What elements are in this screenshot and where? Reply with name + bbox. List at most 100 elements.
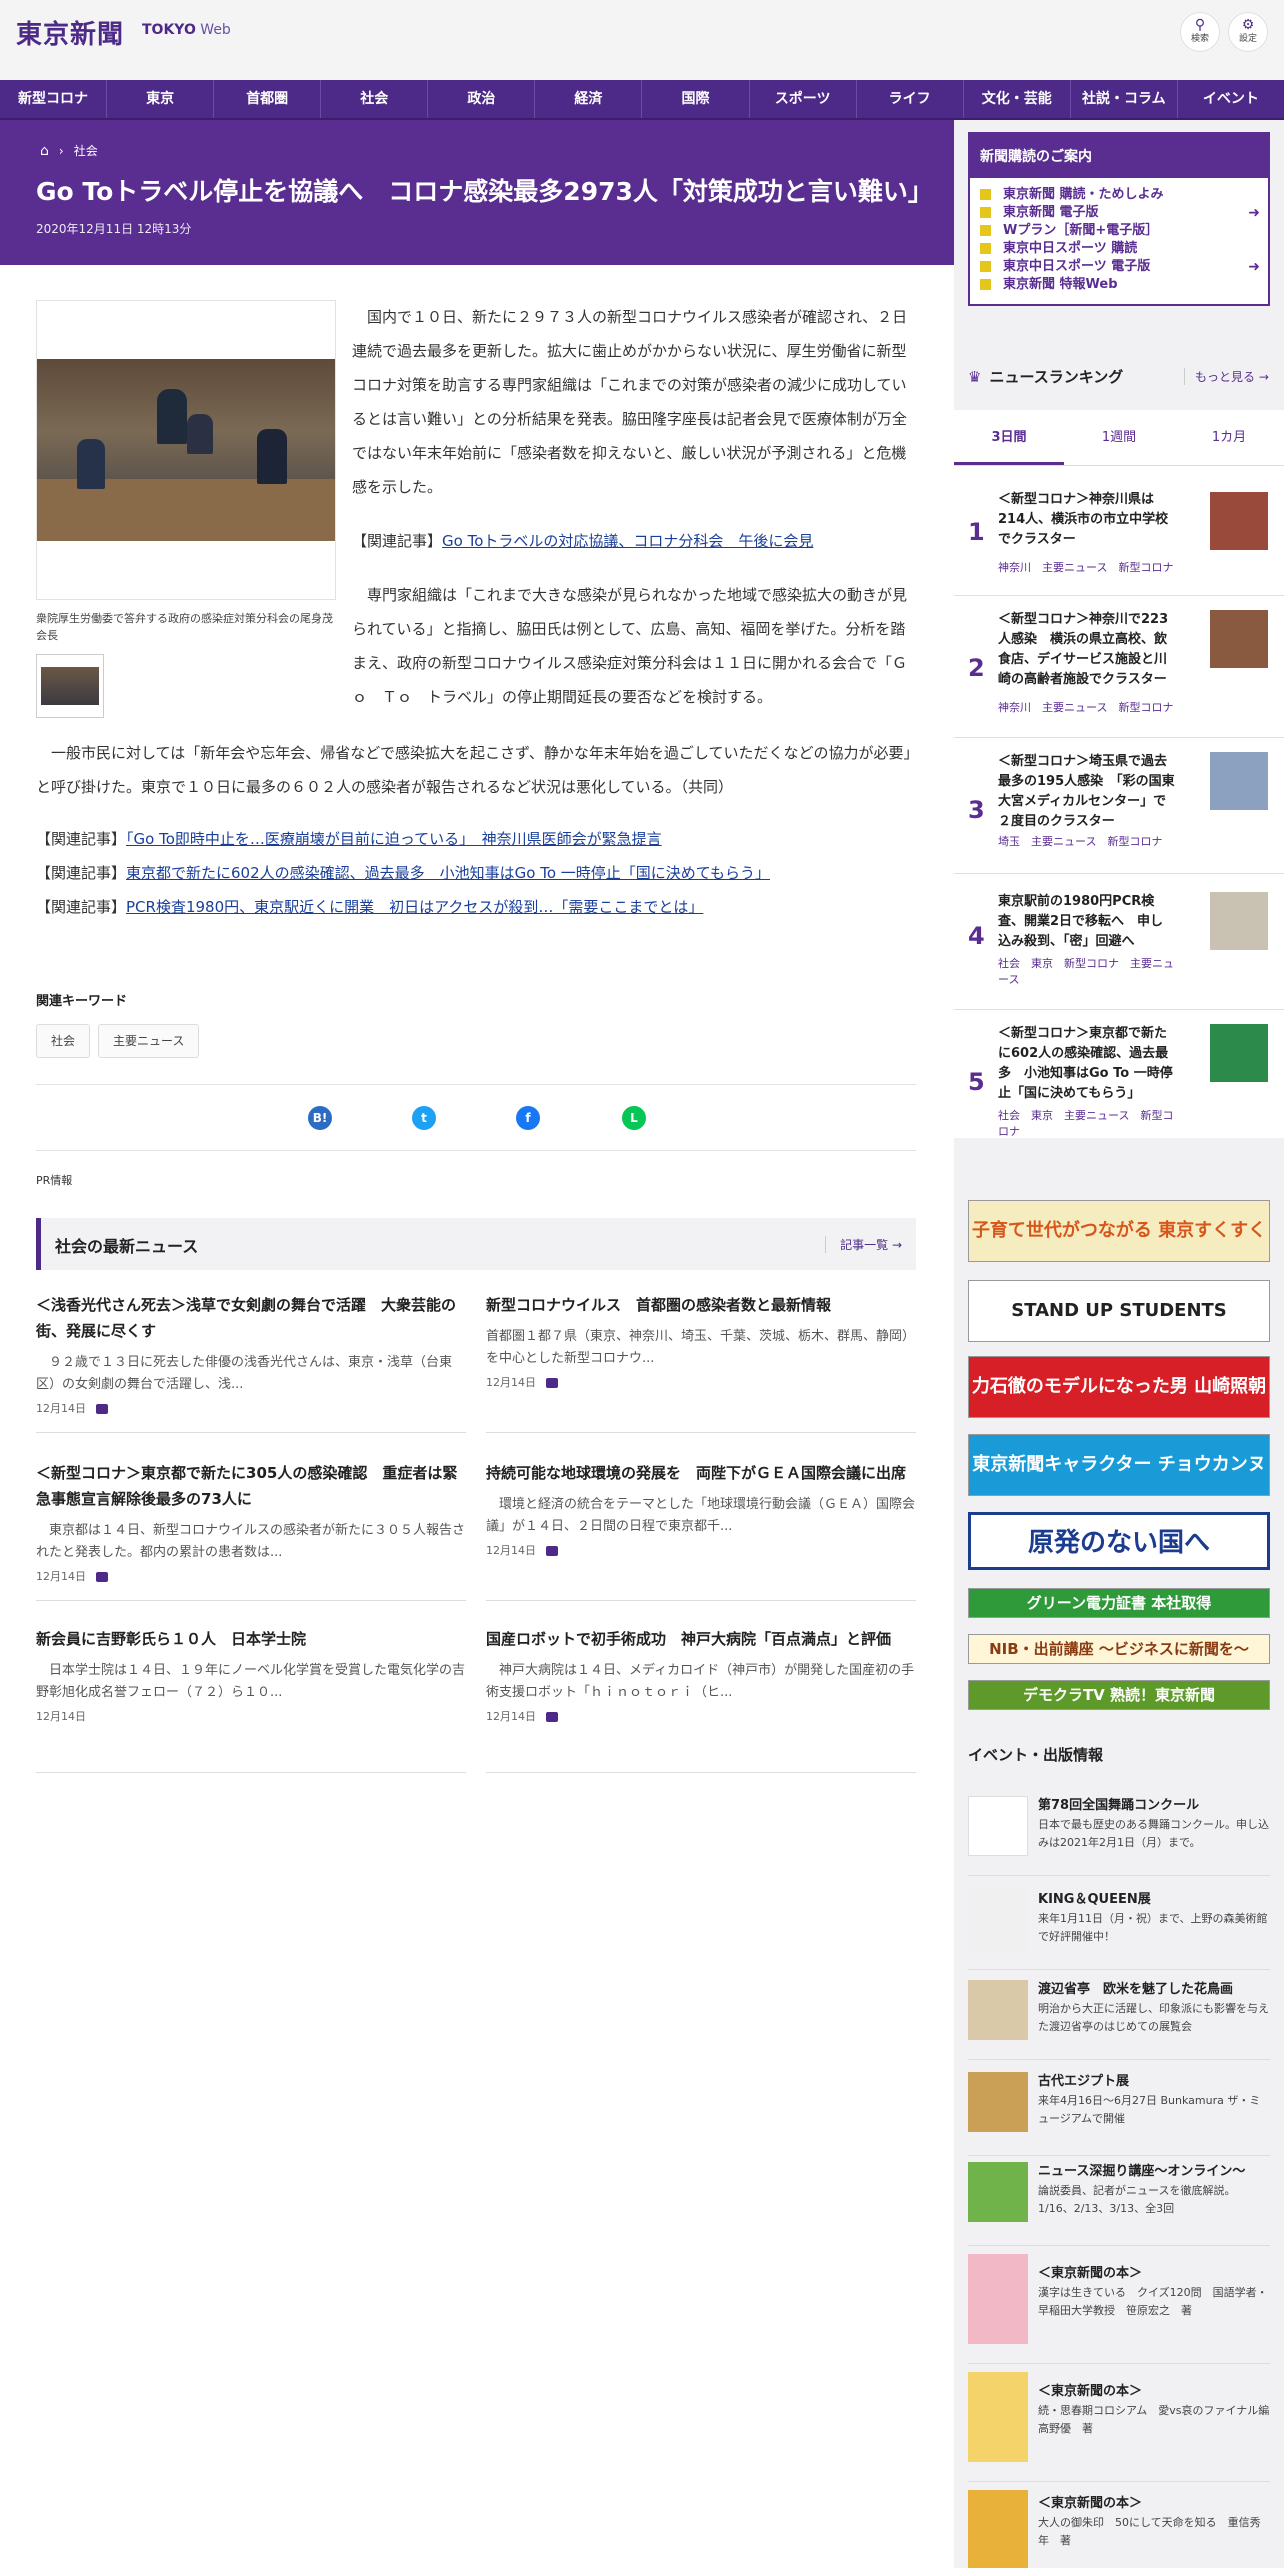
banner-nib[interactable]: NIB・出前講座 〜ビジネスに新聞を〜 [968,1634,1270,1664]
line-share-button[interactable]: L [622,1106,646,1130]
banner-rikiishi[interactable]: 力石徹のモデルになった男 山崎照朝 [968,1356,1270,1418]
site-logo[interactable]: 東京新聞 [16,14,124,51]
subscription-link[interactable]: 東京中日スポーツ 購読 [980,240,1260,258]
event-title[interactable]: 第78回全国舞踊コンクール [1038,1796,1270,1816]
ranking-more-link[interactable]: もっと見る → [1184,368,1269,385]
nav-item-events[interactable]: イベント [1178,80,1284,118]
news-item[interactable]: 国産ロボットで初手術成功 神戸大病院「百点満点」と評価 神戸大病院は１４日、メデ… [486,1626,916,1724]
event-thumbnail[interactable] [968,2490,1028,2568]
banner-chokanne[interactable]: 東京新聞キャラクター チョウカンヌ [968,1434,1270,1496]
event-thumbnail[interactable] [968,1796,1028,1856]
ranking-tags[interactable]: 神奈川 主要ニュース 新型コロナ [998,560,1176,576]
ranking-tags[interactable]: 社会 東京 新型コロナ 主要ニュース [998,956,1176,988]
nav-item-shutoken[interactable]: 首都圏 [214,80,322,118]
nav-item-culture[interactable]: 文化・芸能 [964,80,1071,118]
news-item[interactable]: ＜新型コロナ＞東京都で新たに305人の感染確認 重症者は緊急事態宣言解除後最多の… [36,1460,466,1584]
news-headline[interactable]: 国産ロボットで初手術成功 神戸大病院「百点満点」と評価 [486,1626,916,1652]
news-headline[interactable]: 新型コロナウイルス 首都圏の感染者数と最新情報 [486,1292,916,1318]
event-thumbnail[interactable] [968,2162,1028,2222]
event-item[interactable]: ＜東京新聞の本＞ 続・思春期コロシアム 愛vs哀のファイナル編 高野優 著 [968,2372,1280,2482]
nav-item-sports[interactable]: スポーツ [750,80,857,118]
event-item[interactable]: 第78回全国舞踊コンクール 日本で最も歴史のある舞踊コンクール。申し込みは202… [968,1796,1270,1876]
subscription-link[interactable]: 東京新聞 購読・ためしよみ [980,186,1260,204]
ranking-headline[interactable]: ＜新型コロナ＞神奈川で223人感染 横浜の県立高校、飲食店、デイサービス施設と川… [998,610,1176,690]
related-link[interactable]: PCR検査1980円、東京駅近くに開業 初日はアクセスが殺到…「需要ここまでとは… [126,898,703,916]
banner-green-power[interactable]: グリーン電力証書 本社取得 [968,1588,1270,1618]
event-item[interactable]: 渡辺省亭 欧米を魅了した花鳥画 明治から大正に活躍し、印象派にも影響を与えた渡辺… [968,1980,1270,2060]
news-item[interactable]: 持続可能な地球環境の発展を 両陛下がＧＥＡ国際会議に出席 環境と経済の統合をテー… [486,1460,916,1558]
event-title[interactable]: ＜東京新聞の本＞ [1038,2382,1270,2402]
ranking-thumbnail[interactable] [1210,892,1268,950]
banner-tokyo-sukusuku[interactable]: 子育て世代がつながる 東京すくすく [968,1200,1270,1262]
subscription-link[interactable]: 東京新聞 電子版 ➜ [980,204,1260,222]
event-title[interactable]: KING＆QUEEN展 [1038,1890,1270,1910]
nav-item-editorial[interactable]: 社説・コラム [1071,80,1178,118]
search-button[interactable]: ⚲ 検索 [1180,12,1220,52]
facebook-share-button[interactable]: f [516,1106,540,1130]
event-thumbnail[interactable] [968,2372,1028,2462]
event-thumbnail[interactable] [968,2072,1028,2132]
news-headline[interactable]: ＜新型コロナ＞東京都で新たに305人の感染確認 重症者は緊急事態宣言解除後最多の… [36,1460,466,1512]
event-thumbnail[interactable] [968,1980,1028,2040]
nav-item-economy[interactable]: 経済 [535,80,643,118]
banner-democra-tv[interactable]: デモクラTV 熟読！東京新聞 [968,1680,1270,1710]
tab-1week[interactable]: 1週間 [1064,410,1174,465]
event-item[interactable]: 古代エジプト展 来年4月16日～6月27日 Bunkamura ザ・ミュージアム… [968,2072,1270,2156]
ranking-headline[interactable]: ＜新型コロナ＞東京都で新たに602人の感染確認、過去最多 小池知事はGo To … [998,1024,1176,1104]
ranking-thumbnail[interactable] [1210,492,1268,550]
home-icon[interactable]: ⌂ [40,143,49,159]
event-thumbnail[interactable] [968,2254,1028,2344]
latest-news-more-link[interactable]: 記事一覧 → [825,1236,902,1253]
ranking-headline[interactable]: ＜新型コロナ＞埼玉県で過去最多の195人感染 「彩の国東大宮メディカルセンター」… [998,752,1176,832]
banner-no-nuclear[interactable]: 原発のない国へ [968,1512,1270,1570]
ranking-thumbnail[interactable] [1210,752,1268,810]
nav-item-corona[interactable]: 新型コロナ [0,80,108,118]
event-title[interactable]: ＜東京新聞の本＞ [1038,2264,1270,2284]
nav-item-international[interactable]: 国際 [642,80,750,118]
event-item[interactable]: KING＆QUEEN展 来年1月11日（月・祝）まで、上野の森美術館で好評開催中… [968,1890,1270,1970]
hatena-share-button[interactable]: B! [308,1106,332,1130]
subscription-link[interactable]: 東京新聞 特報Web [980,276,1260,294]
ranking-tags[interactable]: 社会 東京 主要ニュース 新型コロナ [998,1108,1176,1140]
photo-thumbnail[interactable] [36,654,104,718]
ranking-thumbnail[interactable] [1210,610,1268,668]
subscription-link[interactable]: Wプラン［新聞+電子版］ [980,222,1260,240]
related-link[interactable]: 東京都で新たに602人の感染確認、過去最多 小池知事はGo To 一時停止「国に… [126,864,770,882]
breadcrumb-section[interactable]: 社会 [74,142,98,159]
twitter-share-button[interactable]: t [412,1106,436,1130]
nav-item-politics[interactable]: 政治 [428,80,536,118]
banner-stand-up-students[interactable]: STAND UP STUDENTS [968,1280,1270,1342]
event-item[interactable]: ＜東京新聞の本＞ 大人の御朱印 50にして天命を知る 重信秀年 著 [968,2490,1270,2568]
ranking-tags[interactable]: 神奈川 主要ニュース 新型コロナ [998,700,1176,716]
news-headline[interactable]: ＜浅香光代さん死去＞浅草で女剣劇の舞台で活躍 大衆芸能の街、発展に尽くす [36,1292,466,1344]
event-thumbnail[interactable] [968,1890,1028,1950]
ranking-item[interactable]: 3 ＜新型コロナ＞埼玉県で過去最多の195人感染 「彩の国東大宮メディカルセンタ… [954,738,1284,874]
subscription-link[interactable]: 東京中日スポーツ 電子版 ➜ [980,258,1260,276]
news-item[interactable]: 新型コロナウイルス 首都圏の感染者数と最新情報 首都圏１都７県（東京、神奈川、埼… [486,1292,916,1390]
ranking-thumbnail[interactable] [1210,1024,1268,1082]
tab-1month[interactable]: 1カ月 [1174,410,1284,465]
tab-3days[interactable]: 3日間 [954,410,1064,465]
ranking-item[interactable]: 1 ＜新型コロナ＞神奈川県は214人、横浜市の市立中学校でクラスター 神奈川 主… [954,466,1284,596]
nav-item-society[interactable]: 社会 [321,80,429,118]
ranking-tags[interactable]: 埼玉 主要ニュース 新型コロナ [998,834,1176,850]
ranking-item[interactable]: 2 ＜新型コロナ＞神奈川で223人感染 横浜の県立高校、飲食店、デイサービス施設… [954,596,1284,738]
event-item[interactable]: ニュース深掘り講座～オンライン～ 論説委員、記者がニュースを徹底解説。1/16、… [968,2162,1270,2246]
event-title[interactable]: ニュース深掘り講座～オンライン～ [1038,2162,1270,2182]
related-inline-link[interactable]: Go Toトラベルの対応協議、コロナ分科会 午後に会見 [442,532,813,550]
ranking-headline[interactable]: 東京駅前の1980円PCR検査、開業2日で移転へ 申し込み殺到、「密」回避へ [998,892,1176,952]
article-photo-frame[interactable] [36,300,336,600]
news-headline[interactable]: 持続可能な地球環境の発展を 両陛下がＧＥＡ国際会議に出席 [486,1460,916,1486]
event-title[interactable]: 古代エジプト展 [1038,2072,1270,2092]
news-item[interactable]: ＜浅香光代さん死去＞浅草で女剣劇の舞台で活躍 大衆芸能の街、発展に尽くす ９２歳… [36,1292,466,1416]
news-item[interactable]: 新会員に吉野彰氏ら１０人 日本学士院 日本学士院は１４日、１９年にノーベル化学賞… [36,1626,466,1724]
related-link[interactable]: 「Go To即時中止を…医療崩壊が目前に迫っている」 神奈川県医師会が緊急提言 [126,830,662,848]
ranking-item[interactable]: 4 東京駅前の1980円PCR検査、開業2日で移転へ 申し込み殺到、「密」回避へ… [954,874,1284,1010]
ranking-item[interactable]: 5 ＜新型コロナ＞東京都で新たに602人の感染確認、過去最多 小池知事はGo T… [954,1010,1284,1138]
ranking-headline[interactable]: ＜新型コロナ＞神奈川県は214人、横浜市の市立中学校でクラスター [998,490,1176,550]
news-headline[interactable]: 新会員に吉野彰氏ら１０人 日本学士院 [36,1626,466,1652]
settings-button[interactable]: ⚙ 設定 [1228,12,1268,52]
event-item[interactable]: ＜東京新聞の本＞ 漢字は生きている クイズ120問 国語学者・早稲田大学教授 笹… [968,2254,1270,2364]
keyword-tag[interactable]: 主要ニュース [98,1024,200,1058]
nav-item-tokyo[interactable]: 東京 [107,80,215,118]
